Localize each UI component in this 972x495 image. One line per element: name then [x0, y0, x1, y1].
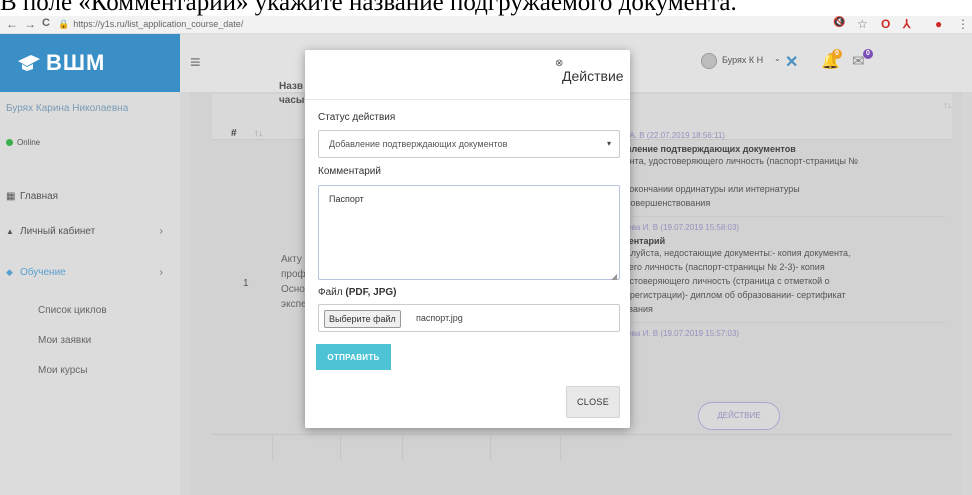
history-divider — [610, 322, 945, 323]
sidebar-item-home[interactable]: ▦ Главная — [6, 188, 171, 204]
sidebar-item-education[interactable]: ◆ Обучение › — [6, 264, 171, 280]
chevron-down-icon[interactable]: ⌄ — [774, 54, 781, 63]
comment-textarea[interactable]: Паспорт — [318, 185, 620, 280]
table-column-line — [272, 434, 273, 461]
row-course-line: Акту — [281, 254, 302, 265]
online-status: Online — [6, 138, 40, 147]
graduation-cap-icon — [18, 55, 40, 71]
status-select-value: Добавление подтверждающих документов — [329, 139, 508, 149]
file-label-formats: (PDF, JPG) — [345, 287, 397, 298]
history-line: яющего личность (паспорт-страницы № 2-3)… — [610, 262, 825, 272]
online-status-text: Online — [17, 138, 41, 147]
sidebar-item-label: Личный кабинет — [20, 225, 96, 237]
browser-toolbar: ← → C 🔒 https://y1s.ru/list_application_… — [0, 16, 972, 34]
lock-icon: 🔒 — [58, 18, 70, 29]
chevron-right-icon: › — [159, 225, 163, 237]
table-divider — [212, 434, 952, 435]
messages-badge: 0 — [863, 49, 873, 59]
opera-extension-icon[interactable]: O — [881, 17, 890, 31]
history-author: урин А. В (22.07.2019 18:56:11) — [610, 131, 725, 140]
address-bar[interactable]: 🔒 https://y1s.ru/list_application_course… — [58, 17, 243, 31]
table-column-line — [340, 434, 341, 461]
history-line: ствования — [610, 304, 653, 314]
instruction-caption: В поле «Комментарий» укажите название по… — [0, 0, 972, 16]
dashboard-icon: ▦ — [6, 190, 16, 202]
history-action-button[interactable]: ДЕЙСТВИЕ — [698, 402, 780, 430]
brand-name: ВШМ — [46, 50, 106, 75]
status-label: Статус действия — [318, 112, 396, 123]
history-line — [610, 168, 945, 182]
sidebar-user-name: Бурях Карина Николаевна — [6, 103, 129, 114]
comment-label: Комментарий — [318, 166, 381, 177]
graduation-icon: ◆ — [6, 266, 13, 277]
column-name-line2: часы — [279, 95, 305, 106]
notifications-badge: 0 — [832, 49, 842, 59]
online-dot-icon — [6, 139, 13, 146]
table-column-line — [490, 434, 491, 461]
extension-icon[interactable]: ⅄ — [903, 17, 910, 31]
brand-logo[interactable]: ВШМ — [0, 34, 180, 92]
browser-menu-icon[interactable]: ⋮ — [957, 17, 969, 31]
profile-extension-icon[interactable]: ● — [935, 17, 942, 31]
sidebar-subitem-courses[interactable]: Мои курсы — [38, 365, 88, 376]
history-author: сильева И. В (19.07.2019 15:57:03) — [610, 329, 740, 338]
table-column-line — [560, 434, 561, 461]
history-line: пожалуйста, недостающие документы:- копи… — [610, 248, 851, 258]
history-author: сильева И. В (19.07.2019 15:58:03) — [610, 223, 740, 232]
back-icon[interactable]: ← — [6, 17, 18, 31]
hamburger-menu-icon[interactable]: ≡ — [190, 52, 201, 73]
user-icon: ▲ — [6, 226, 14, 236]
resize-handle-icon[interactable]: ◢ — [611, 272, 617, 281]
sidebar-item-cabinet[interactable]: ▲ Личный кабинет › — [6, 223, 171, 239]
choose-file-button[interactable]: Выберите файл — [324, 310, 401, 328]
url-text[interactable]: https://y1s.ru/list_application_course_d… — [73, 19, 243, 29]
history-line: , удостоверяющего личность (страница с о… — [610, 276, 830, 286]
mute-icon[interactable]: 🔇 — [833, 17, 845, 28]
file-label: Файл (PDF, JPG) — [318, 287, 397, 298]
sidebar-item-label: Главная — [20, 190, 59, 202]
history-divider — [610, 216, 945, 217]
sidebar: ВШМ Бурях Карина Николаевна Online ▦ Гла… — [0, 34, 180, 495]
action-history: урин А. В (22.07.2019 18:56:11) обавлени… — [610, 131, 945, 338]
chevron-right-icon: › — [159, 266, 163, 278]
avatar[interactable] — [701, 53, 717, 69]
sidebar-subitem-cycles[interactable]: Список циклов — [38, 305, 107, 316]
sort-icon[interactable]: ↑↓ — [254, 128, 263, 138]
submit-button[interactable]: ОТПРАВИТЬ — [316, 344, 391, 370]
status-select[interactable]: Добавление подтверждающих документов ▾ — [318, 130, 620, 158]
instruction-text: В поле «Комментарий» укажите название по… — [0, 0, 737, 16]
column-name-header[interactable]: Назв часы — [279, 80, 304, 108]
forward-icon[interactable]: → — [24, 17, 36, 31]
reload-icon[interactable]: C — [42, 17, 50, 29]
row-course-name: Акту проф Осно экспе — [281, 252, 307, 312]
selected-file-name: паспорт.jpg — [416, 313, 463, 323]
apps-x-icon[interactable]: ✕ — [785, 52, 798, 72]
history-line: кумента, удостоверяющего личность (паспо… — [610, 156, 859, 166]
row-number: 1 — [243, 278, 249, 289]
modal-title: Действие — [562, 68, 624, 84]
sort-icon[interactable]: ↑↓ — [943, 100, 952, 110]
bookmark-star-icon[interactable]: ☆ — [857, 17, 868, 31]
modal-header-divider — [305, 99, 630, 100]
row-course-line: Осно — [281, 284, 305, 295]
sidebar-subitem-applications[interactable]: Мои заявки — [38, 335, 91, 346]
close-button[interactable]: CLOSE — [566, 386, 620, 418]
file-label-prefix: Файл — [318, 287, 343, 298]
sidebar-item-label: Обучение — [20, 266, 66, 278]
history-line: т об окончании ординатуры или интернатур… — [610, 184, 800, 194]
history-title: обавление подтверждающих документов — [610, 144, 796, 154]
column-name-line1: Назв — [279, 81, 304, 92]
header-user-name[interactable]: Бурях К Н — [722, 55, 763, 65]
table-column-line — [402, 434, 403, 461]
row-course-line: экспе — [281, 299, 307, 310]
chevron-down-icon: ▾ — [606, 139, 611, 148]
column-number-header[interactable]: # — [231, 128, 237, 139]
history-line: ат усовершенствования — [610, 198, 711, 208]
history-line: щей регистрации)- диплом об образовании-… — [610, 290, 846, 300]
history-title: омментарий — [610, 236, 666, 246]
row-course-line: проф — [281, 269, 306, 280]
